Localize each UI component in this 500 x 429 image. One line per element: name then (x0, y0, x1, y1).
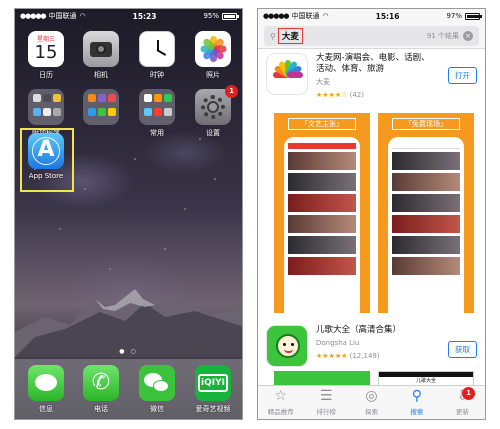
battery-icon (222, 12, 239, 20)
status-bar: ●●●●● 中国联通 ◠ 15:23 95% (15, 9, 242, 23)
search-bar: ⚲ 大麦 91 个结果 × (258, 23, 485, 49)
search-result[interactable]: 大麦网-演唱会、电影、话剧、 活动、体育、旅游 大麦 ★★★★☆ (42) 打开 (258, 53, 485, 109)
app-appstore[interactable]: A App Store (25, 133, 67, 180)
tab-explore[interactable]: ◎ 探索 (349, 386, 394, 419)
open-button[interactable]: 打开 (448, 67, 477, 84)
phone-mockup (388, 137, 464, 313)
stars-icon: ★★★★★ (316, 352, 348, 360)
rating-count: (42) (349, 91, 364, 99)
tab-label: 探索 (365, 408, 379, 416)
app-label: 日历 (39, 71, 53, 79)
search-result[interactable]: 儿歌大全（高清合集） Dongsha Liu ★★★★★ (12,149) 获取 (258, 325, 485, 369)
star-icon: ☆ (274, 388, 287, 404)
screenshot: 「文艺主张」 (274, 113, 370, 313)
tab-label: 更新 (455, 408, 469, 416)
calendar-icon: 星期三 15 (28, 31, 64, 67)
app-label: 相机 (94, 71, 108, 79)
clock-icon (139, 31, 175, 67)
app-messages[interactable]: 信息 (25, 365, 67, 414)
battery-icon (465, 12, 482, 20)
notification-badge: 1 (225, 85, 238, 98)
screenshot-banner: 「文艺主张」 (288, 118, 356, 130)
search-icon: ⚲ (270, 31, 276, 41)
calendar-day: 15 (34, 42, 58, 63)
compass-icon: ◎ (365, 388, 378, 404)
appstore-search-screen: ●●●●● 中国联通 ◠ 15:16 97% ⚲ 大麦 91 个结果 × 大麦网… (257, 8, 486, 420)
folder-icon (139, 89, 175, 125)
battery-percent: 97% (446, 12, 462, 20)
kids-songs-app-icon (266, 325, 308, 367)
notification-badge: 1 (462, 387, 476, 400)
phone-mockup (284, 137, 360, 313)
screenshot: 「免费现场」 (378, 113, 474, 313)
app-photos[interactable]: 照片 (192, 31, 234, 80)
phone-icon: ✆ (83, 365, 119, 401)
app-label: 照片 (206, 71, 220, 79)
iqiyi-icon: iQIYI (195, 365, 231, 401)
wifi-icon: ◠ (322, 12, 329, 20)
rating-count: (12,149) (349, 352, 380, 360)
app-title: 儿歌大全（高清合集） (316, 325, 402, 335)
app-clock[interactable]: 时钟 (136, 31, 178, 80)
clear-icon[interactable]: × (463, 31, 473, 41)
app-label: 爱奇艺视频 (195, 405, 231, 413)
get-button[interactable]: 获取 (448, 341, 477, 358)
folder-common[interactable]: 常用 (136, 89, 178, 138)
folder-icon (28, 89, 64, 125)
result-count: 91 个结果 (426, 32, 459, 40)
tab-search[interactable]: ⚲ 搜索 (394, 386, 439, 419)
app-wechat[interactable]: 微信 (136, 365, 178, 414)
folder-icon (83, 89, 119, 125)
dock: 信息 ✆ 电话 微信 iQIYI 爱奇艺视频 (15, 359, 242, 419)
app-title: 大麦网-演唱会、电影、话剧、 (316, 53, 430, 63)
wifi-icon: ◠ (79, 12, 86, 20)
tab-label: 精品推荐 (267, 408, 294, 416)
carrier-label: 中国联通 (291, 12, 320, 20)
app-iqiyi[interactable]: iQIYI 爱奇艺视频 (192, 365, 234, 414)
search-query[interactable]: 大麦 (277, 28, 303, 44)
status-bar: ●●●●● 中国联通 ◠ 15:16 97% (258, 9, 485, 23)
tab-label: 排行榜 (316, 408, 336, 416)
app-label: 电话 (94, 405, 108, 413)
app-label: 时钟 (150, 71, 164, 79)
tab-featured[interactable]: ☆ 精品推荐 (258, 386, 303, 419)
wechat-icon (139, 365, 175, 401)
screenshot-carousel[interactable]: 「文艺主张」 「免费现场」 (274, 113, 474, 313)
status-time: 15:16 (375, 11, 400, 21)
stars-icon: ★★★★☆ (316, 91, 348, 99)
appstore-icon: A (28, 133, 64, 169)
app-settings[interactable]: 1 设置 (192, 85, 238, 138)
tab-top-charts[interactable]: ☰ 排行榜 (303, 386, 348, 419)
folder-apps[interactable] (80, 89, 122, 128)
app-label: 微信 (150, 405, 164, 413)
message-icon (28, 365, 64, 401)
carrier-label: 中国联通 (48, 12, 77, 20)
app-label: 常用 (150, 129, 164, 137)
app-phone[interactable]: ✆ 电话 (80, 365, 122, 414)
damai-app-icon (266, 53, 308, 95)
list-icon: ☰ (319, 388, 333, 404)
app-label: 信息 (39, 405, 53, 413)
app-label: 设置 (206, 129, 220, 137)
star-rating: ★★★★☆ (42) (316, 90, 477, 101)
app-label: App Store (28, 172, 64, 180)
signal-icon: ●●●●● (263, 12, 290, 20)
home-screen: ●●●●● 中国联通 ◠ 15:23 95% 星期三 15 日历 相机 时钟 照… (14, 8, 243, 420)
wallpaper-mountain (15, 289, 242, 357)
photos-icon (195, 31, 231, 67)
tab-bar: ☆ 精品推荐 ☰ 排行榜 ◎ 探索 ⚲ 搜索 1 ⇩ 更新 (258, 385, 485, 419)
camera-icon (83, 31, 119, 67)
page-indicator: ● ○ (119, 348, 138, 355)
signal-icon: ●●●●● (20, 12, 47, 20)
app-camera[interactable]: 相机 (80, 31, 122, 80)
app-calendar[interactable]: 星期三 15 日历 (25, 31, 67, 80)
tab-updates[interactable]: 1 ⇩ 更新 (440, 386, 485, 419)
screenshot-banner: 「免费现场」 (392, 118, 460, 130)
iqiyi-logo-text: iQIYI (198, 374, 228, 392)
search-input[interactable]: ⚲ 大麦 91 个结果 × (264, 26, 479, 46)
battery-percent: 95% (203, 12, 219, 20)
search-icon: ⚲ (411, 388, 423, 404)
status-time: 15:23 (132, 11, 157, 21)
tab-label: 搜索 (410, 408, 424, 416)
